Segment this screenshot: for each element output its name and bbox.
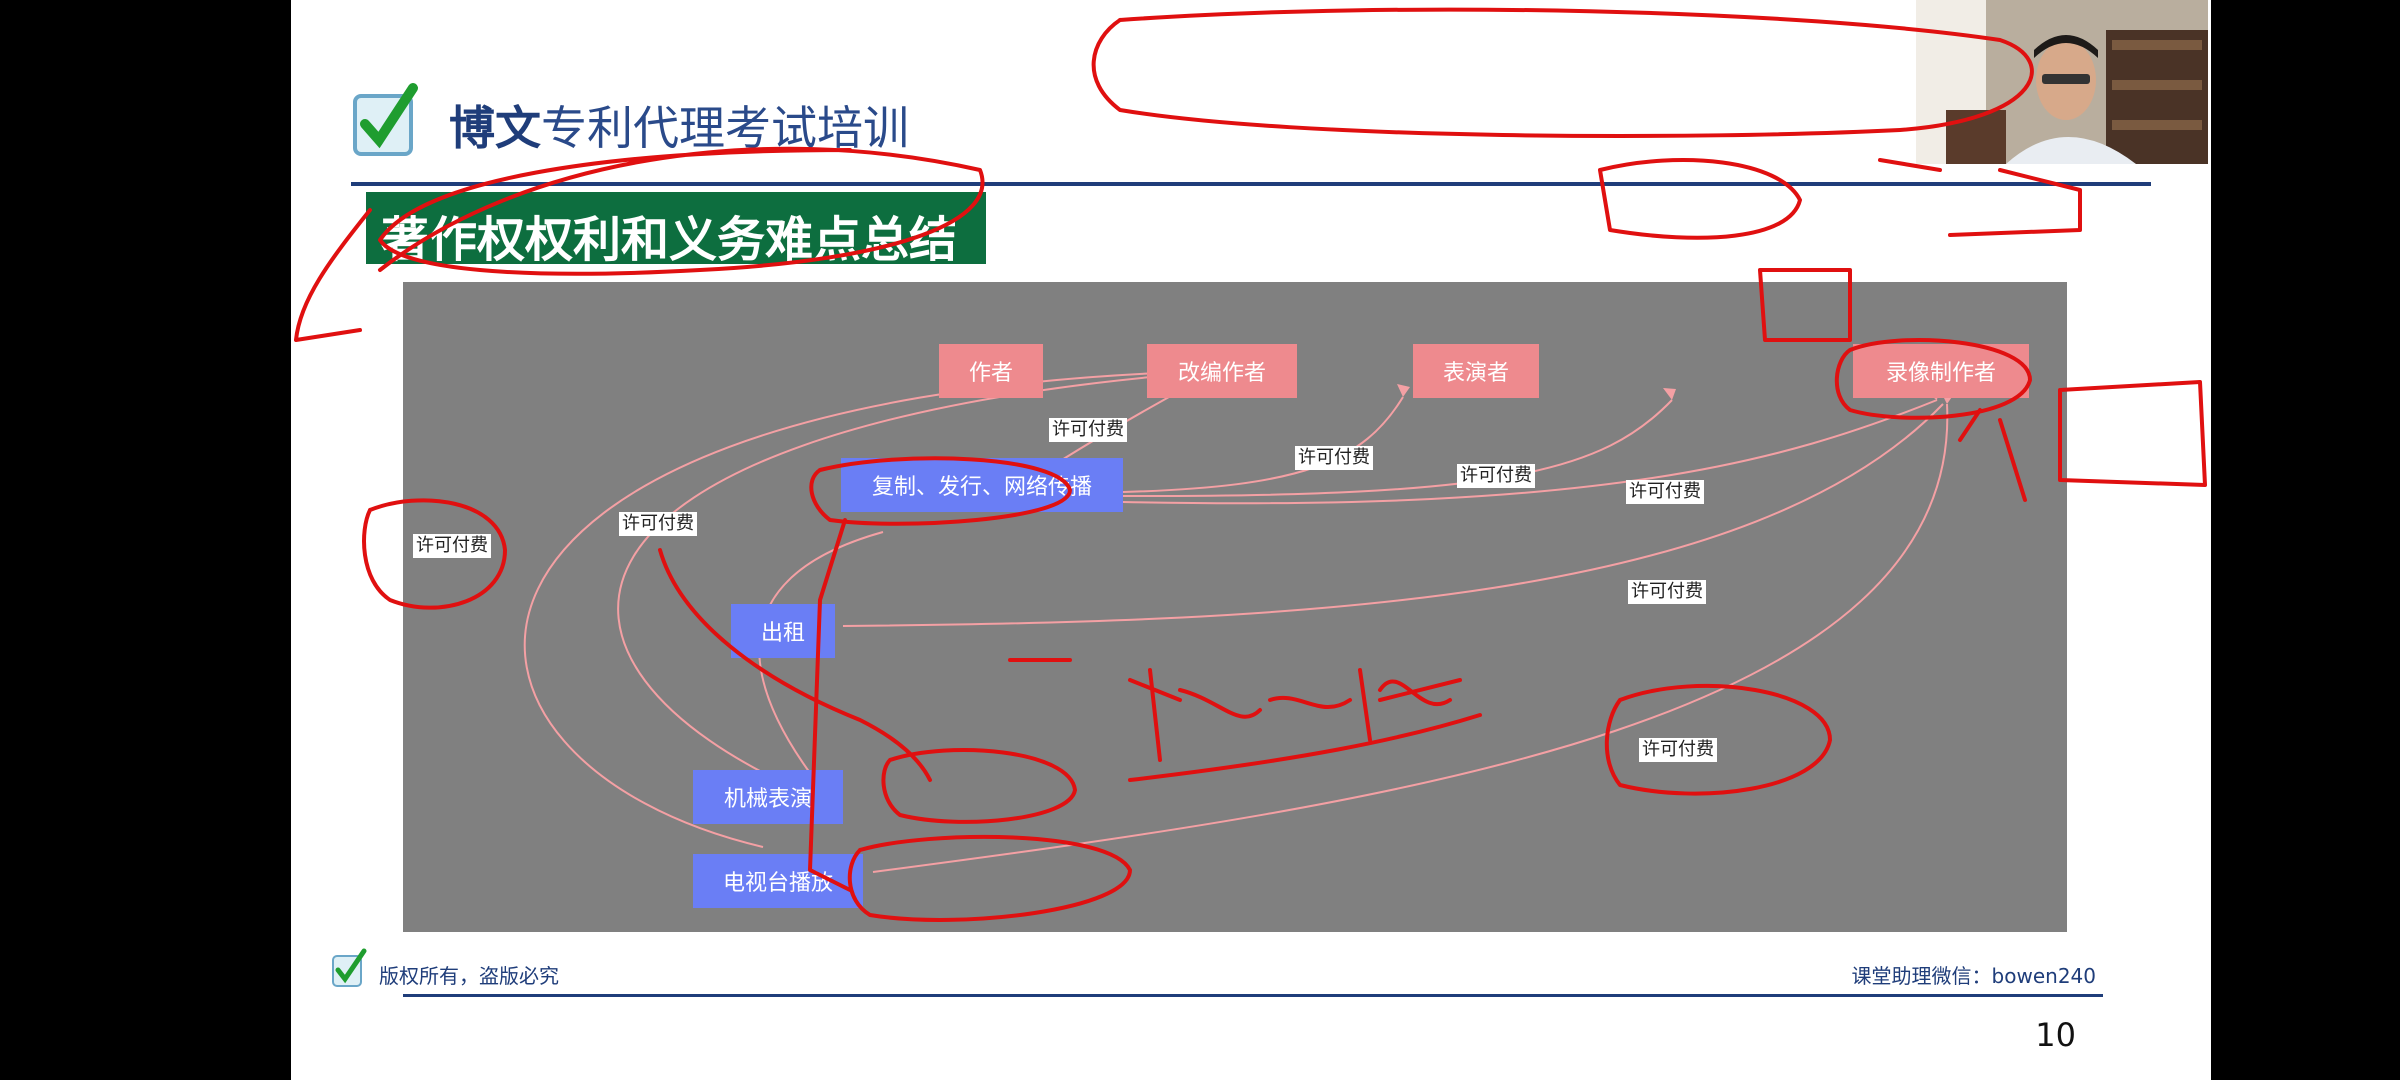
footer-checkmark-icon xyxy=(332,948,367,987)
link-copy-performer xyxy=(1122,399,1673,498)
assistant-wechat: 课堂助理微信：bowen240 xyxy=(1851,964,2096,988)
node-producer: 录像制作者 xyxy=(1853,344,2029,398)
edge-label-author: 许可付费 xyxy=(1049,418,1127,442)
checkmark-logo-icon xyxy=(353,83,418,156)
brand-bold: 博文 xyxy=(449,101,541,155)
edge-label-tv: 许可付费 xyxy=(1639,738,1717,762)
node-rental: 出租 xyxy=(731,604,835,658)
node-adapter: 改编作者 xyxy=(1147,344,1297,398)
link-rent-producer xyxy=(842,403,1944,627)
brand-subtitle: 专利代理考试培训 xyxy=(541,101,909,155)
page-number: 10 xyxy=(2035,1016,2076,1054)
presenter-video-icon xyxy=(1916,0,2208,164)
copyright-notice: 版权所有，盗版必究 xyxy=(379,964,559,988)
edge-label-left-inner: 许可付费 xyxy=(619,512,697,536)
edge-label-performer: 许可付费 xyxy=(1457,464,1535,488)
edge-label-left-outer: 许可付费 xyxy=(413,534,491,558)
slide-title: 著作权权利和义务难点总结 xyxy=(381,212,958,268)
brand-title: 博文专利代理考试培训 xyxy=(449,92,909,158)
node-author: 作者 xyxy=(939,344,1043,398)
rights-diagram: 作者 改编作者 表演者 录像制作者 复制、发行、网络传播 出租 机械表演 电视台… xyxy=(403,282,2067,932)
footer-divider xyxy=(403,994,2103,997)
node-copy-distribute: 复制、发行、网络传播 xyxy=(841,458,1123,512)
header-divider xyxy=(351,182,2151,186)
node-performer: 表演者 xyxy=(1413,344,1539,398)
node-mechanical-performance: 机械表演 xyxy=(693,770,843,824)
edge-label-producer: 许可付费 xyxy=(1626,480,1704,504)
webcam-overlay xyxy=(1916,0,2208,164)
link-mech-copy xyxy=(758,531,884,791)
edge-label-rental: 许可付费 xyxy=(1628,580,1706,604)
node-tv-broadcast: 电视台播放 xyxy=(693,854,863,908)
link-tv-author xyxy=(523,371,1184,848)
link-copy-adapter xyxy=(1122,396,1404,493)
edge-label-adapter: 许可付费 xyxy=(1295,446,1373,470)
